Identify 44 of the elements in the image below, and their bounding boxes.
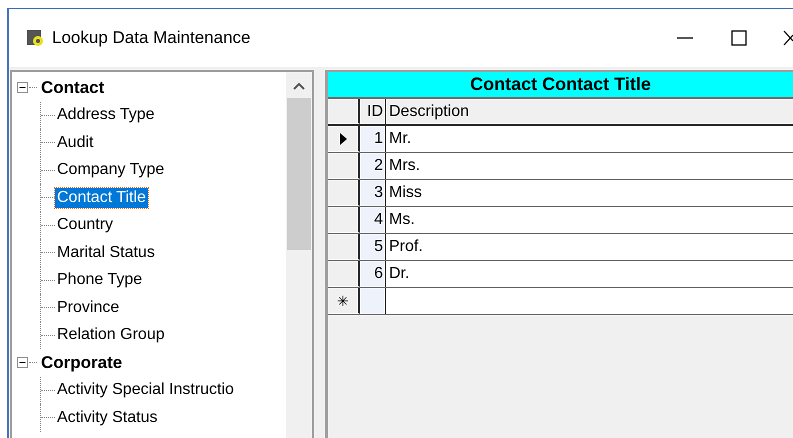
tree-item[interactable]: Country <box>55 215 116 236</box>
table-cell-text: Dr. <box>388 264 410 284</box>
new-row-selector[interactable]: ✳ <box>328 288 360 314</box>
table-cell: 4 <box>360 207 386 233</box>
close-icon[interactable] <box>783 30 793 46</box>
new-record-row[interactable]: ✳ <box>328 288 793 315</box>
table-cell-text: Ms. <box>388 210 416 230</box>
table-cell-text: Miss <box>388 183 423 203</box>
tree-item[interactable]: Phone Type <box>55 270 144 290</box>
row-selector[interactable] <box>328 126 360 152</box>
tree-item[interactable]: Activity Special Instructio <box>55 380 236 400</box>
collapse-icon[interactable] <box>17 82 28 94</box>
row-selector[interactable] <box>328 207 360 233</box>
table-cell-text: Mrs. <box>388 156 422 176</box>
grid-title: Contact Contact Title <box>328 72 793 99</box>
table-cell: 5 <box>360 234 386 260</box>
tree-item[interactable]: Activity Status <box>55 408 160 428</box>
table-cell: 3 <box>360 180 386 206</box>
app-icon <box>26 29 44 47</box>
tree-item[interactable]: Audit <box>55 132 96 153</box>
tree-item[interactable]: Relation Group <box>55 325 167 346</box>
table-cell: 2 <box>360 153 386 179</box>
table-cell-text: Mr. <box>388 129 412 149</box>
row-selector[interactable] <box>328 180 360 206</box>
tree-item[interactable]: Marital Status <box>55 242 157 263</box>
window-title: Lookup Data Maintenance <box>52 28 250 48</box>
tree-item[interactable]: Address Type <box>55 105 157 126</box>
table-cell: 6 <box>360 261 386 287</box>
table-cell-text: Prof. <box>388 237 424 257</box>
scroll-thumb[interactable] <box>287 98 311 250</box>
collapse-icon[interactable] <box>17 357 28 368</box>
current-row-icon <box>338 132 348 146</box>
maximize-icon[interactable] <box>731 30 747 46</box>
tree-group[interactable]: Contact <box>41 78 104 98</box>
scroll-up-icon[interactable] <box>293 82 305 90</box>
scrollbar[interactable] <box>286 72 312 438</box>
tree-item[interactable]: Province <box>55 298 122 318</box>
row-selector[interactable] <box>328 261 360 287</box>
table-cell: 1 <box>360 126 386 152</box>
tree-item[interactable]: Company Type <box>55 160 166 180</box>
row-selector[interactable] <box>328 234 360 260</box>
tree-item[interactable]: Contact Title <box>55 188 148 208</box>
row-selector[interactable] <box>328 153 360 179</box>
tree-group[interactable]: Corporate <box>41 352 122 373</box>
